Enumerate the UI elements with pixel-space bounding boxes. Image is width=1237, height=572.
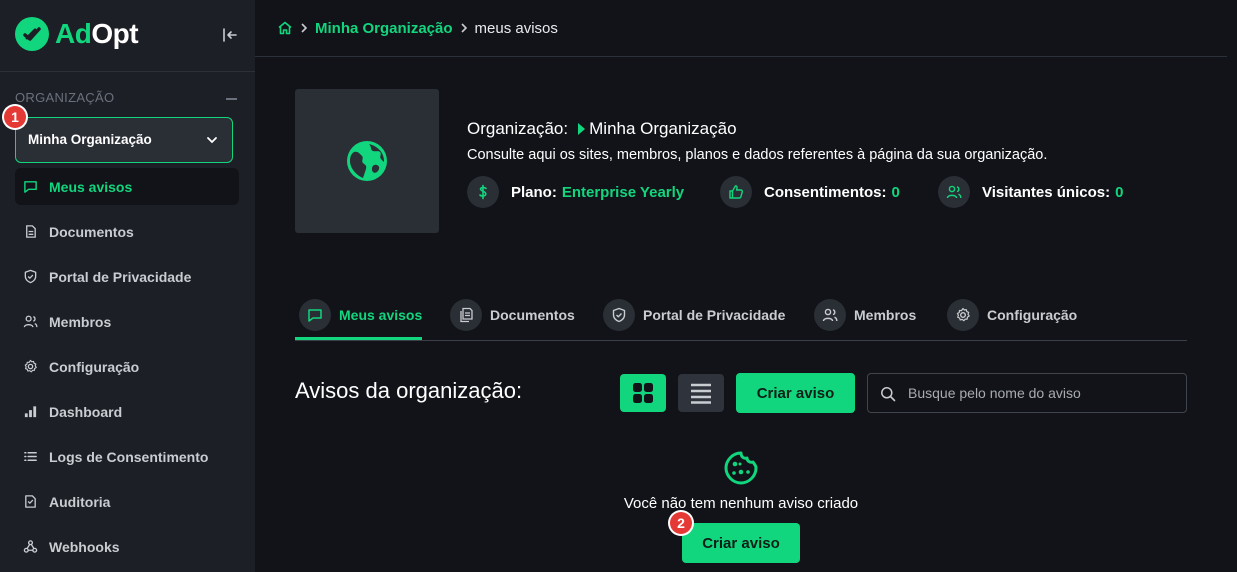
visitors-label: Visitantes únicos: [982, 183, 1111, 201]
visitors-value: 0 [1115, 183, 1124, 201]
audit-icon [25, 495, 36, 508]
consents-label: Consentimentos: [764, 183, 887, 201]
sidebar-item-webhooks[interactable]: Webhooks [15, 528, 239, 565]
sidebar-item-configuracao[interactable]: Configuração [15, 348, 239, 385]
sidebar-item-label: Auditoria [49, 494, 111, 510]
plan-stat: Plano: Enterprise Yearly [467, 176, 684, 208]
list-icon [24, 452, 37, 461]
breadcrumb-separator-icon [300, 20, 308, 37]
sidebar-item-label: Configuração [49, 359, 140, 375]
tab-label: Meus avisos [339, 307, 423, 323]
grid-icon [633, 383, 653, 403]
caret-right-icon [578, 123, 586, 135]
logo-row: AdOpt [0, 0, 255, 72]
cookie-icon [724, 451, 758, 485]
header-divider [255, 56, 1227, 57]
thumbs-up-icon [720, 176, 752, 208]
tab-meus-avisos[interactable]: Meus avisos [299, 290, 422, 340]
tab-label: Membros [854, 307, 917, 323]
tab-portal-privacidade[interactable]: Portal de Privacidade [603, 290, 785, 340]
users-icon [23, 315, 38, 328]
breadcrumb-organization-link[interactable]: Minha Organização [315, 20, 453, 37]
logo-icon [15, 17, 49, 51]
sidebar-item-membros[interactable]: Membros [15, 303, 239, 340]
sidebar-item-meus-avisos[interactable]: Meus avisos [15, 168, 239, 205]
breadcrumb-current: meus avisos [474, 19, 558, 37]
tab-label: Documentos [490, 307, 575, 323]
organization-description: Consulte aqui os sites, membros, planos … [467, 147, 1048, 163]
users-icon [814, 299, 846, 331]
organization-select-value: Minha Organização [28, 132, 152, 147]
sidebar-item-label: Webhooks [49, 539, 120, 555]
empty-state-text: Você não tem nenhum aviso criado [623, 495, 859, 512]
document-icon [26, 225, 36, 238]
search-box [867, 373, 1187, 413]
breadcrumb: Minha Organização meus avisos [277, 18, 558, 38]
users-icon [938, 176, 970, 208]
sidebar-item-label: Documentos [49, 224, 134, 240]
breadcrumb-separator-icon [460, 20, 468, 37]
globe-icon [347, 141, 387, 181]
sidebar-item-portal-privacidade[interactable]: Portal de Privacidade [15, 258, 239, 295]
chat-icon [299, 299, 331, 331]
section-title: Avisos da organização: [295, 378, 523, 403]
organization-section-label: ORGANIZAÇÃO [15, 90, 115, 105]
shield-icon [603, 299, 635, 331]
sidebar-item-label: Membros [49, 314, 112, 330]
grid-view-button[interactable] [620, 374, 666, 412]
active-tab-indicator [295, 337, 422, 340]
consents-value: 0 [891, 183, 900, 201]
tab-label: Configuração [987, 307, 1078, 323]
list-icon [691, 383, 711, 404]
sidebar-item-dashboard[interactable]: Dashboard [15, 393, 239, 430]
plan-value: Enterprise Yearly [561, 183, 685, 201]
list-view-button[interactable] [678, 374, 724, 412]
gear-icon [24, 359, 37, 373]
home-icon[interactable] [277, 20, 293, 36]
sidebar-item-label: Logs de Consentimento [49, 449, 209, 465]
step-badge-2: 2 [670, 512, 692, 534]
create-notice-empty-button[interactable]: Criar aviso [682, 523, 800, 563]
sidebar-item-label: Dashboard [49, 404, 123, 420]
sidebar-item-logs-consentimento[interactable]: Logs de Consentimento [15, 438, 239, 475]
organization-title: Organização: Minha Organização [467, 119, 737, 139]
chevron-down-icon [207, 137, 217, 144]
webhook-icon [23, 540, 38, 553]
sidebar-item-documentos[interactable]: Documentos [15, 213, 239, 250]
dollar-icon [467, 176, 499, 208]
organization-select[interactable]: Minha Organização [15, 117, 233, 163]
sidebar-item-label: Meus avisos [49, 179, 133, 195]
logo-text: AdOpt [55, 18, 139, 49]
collapse-sidebar-icon[interactable] [220, 25, 240, 45]
gear-icon [947, 299, 979, 331]
step-badge-1: 1 [4, 106, 26, 128]
chat-icon [24, 181, 37, 193]
organization-title-value: Minha Organização [589, 119, 737, 138]
sidebar-nav: Meus avisos Documentos Portal de Privaci… [15, 168, 239, 572]
bar-chart-icon [24, 406, 37, 418]
tab-bar: Meus avisos Documentos Portal de Privaci… [295, 290, 1187, 341]
tab-label: Portal de Privacidade [643, 307, 786, 323]
documents-icon [450, 299, 482, 331]
consents-stat: Consentimentos: 0 [720, 176, 900, 208]
sidebar-item-label: Portal de Privacidade [49, 269, 192, 285]
tab-membros[interactable]: Membros [814, 290, 916, 340]
shield-icon [24, 269, 37, 284]
create-notice-button[interactable]: Criar aviso [736, 373, 855, 413]
tab-documentos[interactable]: Documentos [450, 290, 575, 340]
sidebar: AdOpt ORGANIZAÇÃO Minha Organização 1 Me… [0, 0, 255, 572]
collapse-section-icon[interactable] [226, 98, 237, 100]
visitors-stat: Visitantes únicos: 0 [938, 176, 1123, 208]
plan-label: Plano: [511, 183, 557, 201]
search-icon [881, 387, 896, 402]
tab-configuracao[interactable]: Configuração [947, 290, 1077, 340]
organization-title-label: Organização: [467, 119, 569, 138]
search-input[interactable] [908, 383, 1178, 403]
sidebar-item-auditoria[interactable]: Auditoria [15, 483, 239, 520]
organization-avatar [295, 89, 439, 233]
